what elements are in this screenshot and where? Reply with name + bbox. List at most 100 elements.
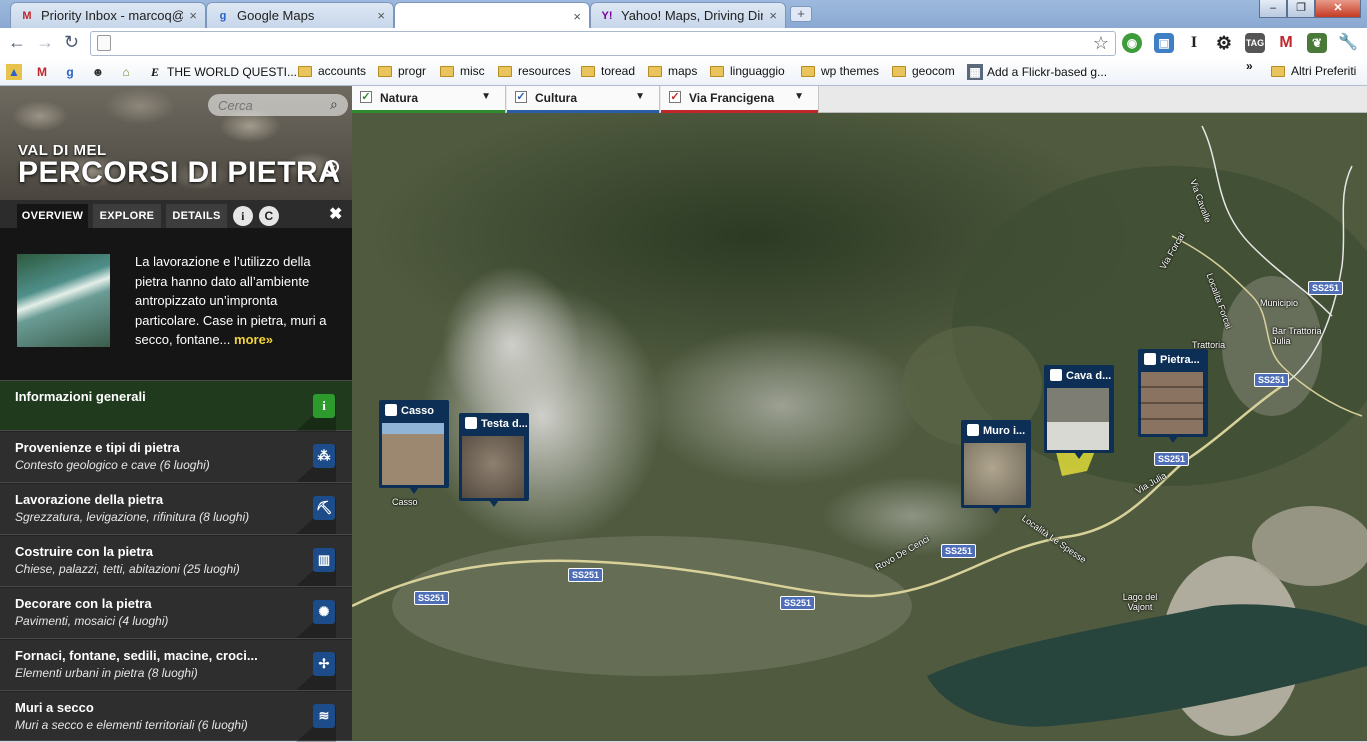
wrench-icon[interactable]: 🔧 xyxy=(1338,33,1358,53)
bookmark-folder-wp-themes[interactable]: wp themes xyxy=(801,64,879,78)
layer-toggle-via-francigena[interactable]: ✓ Via Francigena ▼ xyxy=(661,86,819,113)
maximize-button[interactable]: ❐ xyxy=(1287,0,1315,18)
map-marker-muro[interactable]: Muro i... xyxy=(961,420,1031,514)
bookmark-folder-misc[interactable]: misc xyxy=(440,64,485,78)
tab-title: Yahoo! Maps, Driving Dir... xyxy=(621,8,764,23)
gear-extension-icon[interactable]: ⚙ xyxy=(1214,33,1234,53)
minimize-button[interactable]: – xyxy=(1259,0,1287,18)
close-tab-icon[interactable]: × xyxy=(377,8,385,23)
bookmark-folder-resources[interactable]: resources xyxy=(498,64,571,78)
bookmark-folder-other[interactable]: Altri Preferiti xyxy=(1271,64,1356,78)
bookmarks-overflow-button[interactable]: » xyxy=(1246,59,1253,73)
map-marker-pietra[interactable]: Pietra... xyxy=(1138,349,1208,443)
dropdown-arrow-icon[interactable]: ▼ xyxy=(635,91,645,102)
info-icon[interactable]: i xyxy=(233,206,253,226)
tag-extension-icon[interactable]: TAG xyxy=(1245,33,1265,53)
category-fornaci[interactable]: Fornaci, fontane, sedili, macine, croci.… xyxy=(0,640,352,691)
dropdown-arrow-icon[interactable]: ▼ xyxy=(794,91,804,102)
bookmark-folder-toread[interactable]: toread xyxy=(581,64,635,78)
bookmark-folder-progr[interactable]: progr xyxy=(378,64,426,78)
bookmark-folder-geocom[interactable]: geocom xyxy=(892,64,955,78)
map-marker-casso[interactable]: Casso xyxy=(379,400,449,494)
tab-explore[interactable]: EXPLORE xyxy=(93,204,161,228)
folder-icon xyxy=(648,65,662,77)
bookmark-google[interactable]: g xyxy=(62,64,82,80)
credits-icon[interactable]: C xyxy=(259,206,279,226)
layer-label: Via Francigena xyxy=(689,91,775,105)
checkbox[interactable]: ✓ xyxy=(515,91,527,103)
bookmark-world-question[interactable]: E THE WORLD QUESTI... xyxy=(147,64,297,80)
new-tab-button[interactable]: + xyxy=(790,6,812,22)
category-title: Lavorazione della pietra xyxy=(15,492,164,507)
tab-overview[interactable]: OVERVIEW xyxy=(17,204,88,228)
close-panel-icon[interactable]: ✖ xyxy=(329,204,342,224)
dropdown-arrow-icon[interactable]: ▼ xyxy=(481,91,491,102)
gmail-extension-icon[interactable]: M xyxy=(1276,33,1296,53)
category-subtitle: Sgrezzatura, levigazione, rifinitura (8 … xyxy=(15,510,250,524)
google-icon: g xyxy=(66,65,74,79)
category-provenienze[interactable]: Provenienze e tipi di pietra Contesto ge… xyxy=(0,432,352,483)
close-tab-icon[interactable]: × xyxy=(769,8,777,23)
instapaper-extension-icon[interactable]: I xyxy=(1184,33,1204,53)
decoration-icon xyxy=(465,417,477,429)
globe-extension-icon[interactable]: ◉ xyxy=(1122,33,1142,53)
window-close-button[interactable]: ✕ xyxy=(1315,0,1361,18)
overview-text: La lavorazione e l’utilizzo della pietra… xyxy=(135,252,340,350)
browser-tab-gmail[interactable]: M Priority Inbox - marcoq@... × xyxy=(10,2,206,28)
expand-plus-icon[interactable]: + xyxy=(325,160,339,174)
search-icon[interactable]: ⌕ xyxy=(330,96,338,113)
search-input[interactable] xyxy=(208,94,348,116)
map-marker-testa[interactable]: Testa d... xyxy=(459,413,529,507)
cross-icon: ✢ xyxy=(313,652,335,676)
browser-tab-active[interactable]: × xyxy=(394,2,590,29)
reload-icon[interactable]: ↻ xyxy=(64,32,79,53)
overview-section: La lavorazione e l’utilizzo della pietra… xyxy=(0,228,352,380)
app: SS251 SS251 SS251 SS251 SS251 SS251 SS25… xyxy=(0,86,1367,742)
category-subtitle: Pavimenti, mosaici (4 luoghi) xyxy=(15,614,169,628)
bookmark-folder-maps[interactable]: maps xyxy=(648,64,697,78)
bookmark-label: Add a Flickr-based g... xyxy=(987,65,1108,79)
tab-details[interactable]: DETAILS xyxy=(166,204,227,228)
checkbox[interactable]: ✓ xyxy=(669,91,681,103)
checkbox[interactable]: ✓ xyxy=(360,91,372,103)
layer-label: Cultura xyxy=(535,91,577,105)
stones-icon xyxy=(1050,369,1062,381)
pickaxe-icon: ⛏ xyxy=(313,496,335,520)
page-icon xyxy=(97,35,111,51)
bookmark-folder-linguaggio[interactable]: linguaggio xyxy=(710,64,785,78)
browser-tab-google-maps[interactable]: g Google Maps × xyxy=(206,2,394,28)
category-lavorazione[interactable]: Lavorazione della pietra Sgrezzatura, le… xyxy=(0,484,352,535)
place-label: Bar Trattoria Julia xyxy=(1272,326,1322,346)
evernote-extension-icon[interactable]: ❦ xyxy=(1307,33,1327,53)
folder-icon xyxy=(710,65,724,77)
category-informazioni-generali[interactable]: Informazioni generali i xyxy=(0,380,352,431)
category-subtitle: Chiese, palazzi, tetti, abitazioni (25 l… xyxy=(15,562,240,576)
category-subtitle: Contesto geologico e cave (6 luoghi) xyxy=(15,458,210,472)
bookmark-star-icon[interactable]: ☆ xyxy=(1093,33,1109,54)
category-decorare[interactable]: Decorare con la pietra Pavimenti, mosaic… xyxy=(0,588,352,639)
category-costruire[interactable]: Costruire con la pietra Chiese, palazzi,… xyxy=(0,536,352,587)
bookmark-label: THE WORLD QUESTI... xyxy=(167,65,298,79)
satellite-map[interactable]: SS251 SS251 SS251 SS251 SS251 SS251 SS25… xyxy=(352,86,1367,741)
close-tab-icon[interactable]: × xyxy=(189,8,197,23)
screen-extension-icon[interactable]: ▣ xyxy=(1154,33,1174,53)
bookmark-reddit[interactable]: ☻ xyxy=(90,64,110,80)
bookmark-gmail[interactable]: M xyxy=(34,64,54,80)
browser-tab-yahoo-maps[interactable]: Y! Yahoo! Maps, Driving Dir... × xyxy=(590,2,786,28)
bookmark-misc-site[interactable]: ⌂ xyxy=(118,64,138,80)
bookmark-photos[interactable]: ▲ xyxy=(6,64,26,80)
forward-icon[interactable]: → xyxy=(36,32,54,53)
more-link[interactable]: more» xyxy=(234,332,273,347)
reddit-icon: ☻ xyxy=(91,65,105,79)
back-icon[interactable]: ← xyxy=(8,32,26,53)
layer-toggle-cultura[interactable]: ✓ Cultura ▼ xyxy=(507,86,660,113)
layer-toggle-natura[interactable]: ✓ Natura ▼ xyxy=(352,86,506,113)
map-marker-cava[interactable]: Cava d... xyxy=(1044,365,1114,459)
gmail-icon: M xyxy=(22,9,32,22)
bookmark-folder-accounts[interactable]: accounts xyxy=(298,64,366,78)
bookmark-flickr[interactable]: ▦ Add a Flickr-based g... xyxy=(967,64,1107,80)
bookmark-label: geocom xyxy=(912,64,955,78)
close-tab-icon[interactable]: × xyxy=(573,9,581,24)
address-bar[interactable]: ☆ xyxy=(90,31,1116,56)
category-muri-a-secco[interactable]: Muri a secco Muri a secco e elementi ter… xyxy=(0,692,352,742)
